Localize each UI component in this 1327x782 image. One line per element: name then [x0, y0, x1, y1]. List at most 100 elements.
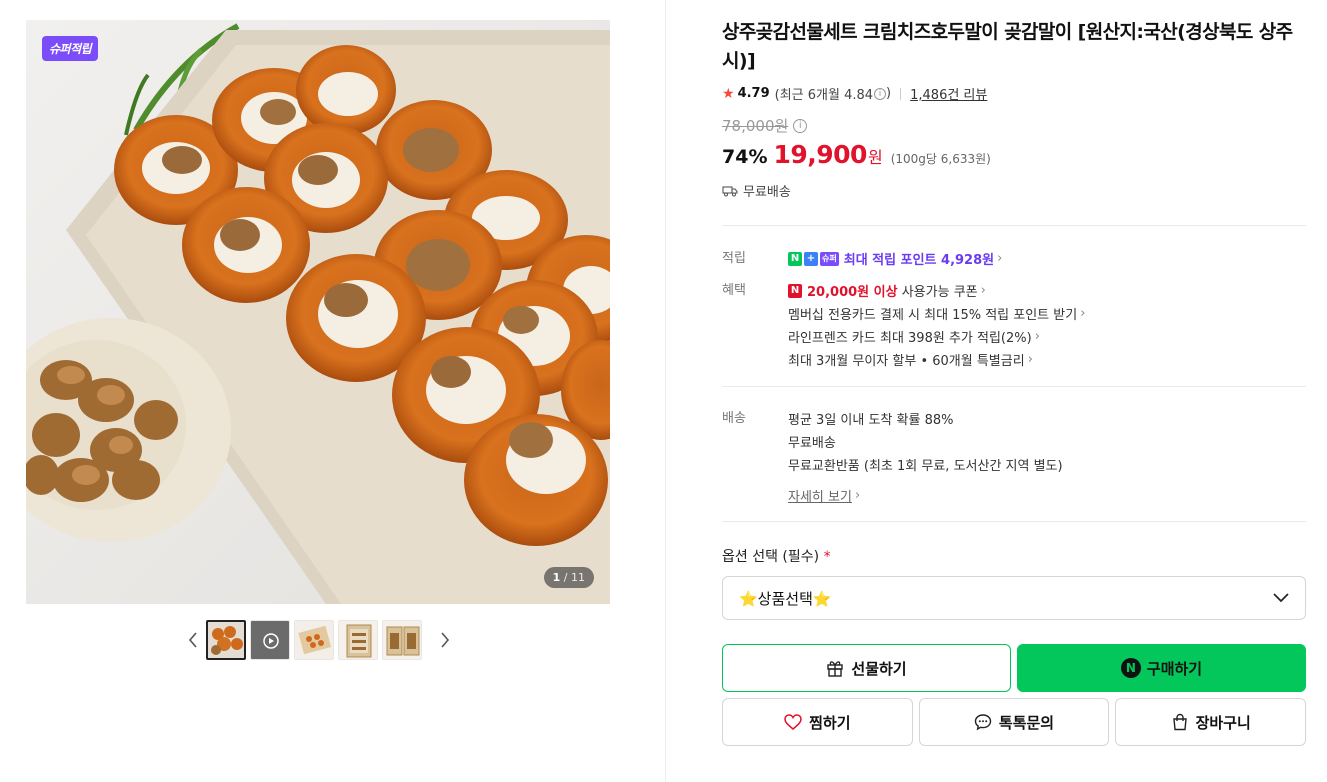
chevron-right-icon: ›	[1080, 306, 1086, 321]
product-info-panel: 상주곶감선물세트 크림치즈호두말이 곶감말이 [원산지:국산(경상북도 상주시)…	[722, 18, 1307, 746]
delivery-item: 무료배송	[788, 436, 836, 451]
price-currency: 원	[867, 148, 883, 167]
thumbnail-image	[339, 621, 377, 659]
benefit-item-membership[interactable]: 멤버십 전용카드 결제 시 최대 15% 적립 포인트 받기 ›	[788, 302, 1085, 325]
delivery-detail-link[interactable]: 자세히 보기 ›	[788, 484, 1063, 507]
thumbnail-1[interactable]	[206, 620, 246, 660]
detail-link-text: 자세히 보기	[788, 490, 852, 505]
plus-icon: +	[804, 251, 818, 266]
delivery-label: 배송	[722, 411, 746, 426]
thumbnail-prev-button[interactable]	[180, 620, 206, 660]
coupon-link[interactable]: N 20,000원 이상 사용가능 쿠폰 ›	[788, 279, 1085, 302]
product-main-image[interactable]: 슈퍼적립 1 / 11	[26, 20, 610, 604]
primary-actions: 선물하기 N 구매하기	[722, 644, 1306, 692]
review-count-link[interactable]: 1,486건 리뷰	[910, 84, 987, 103]
benefit-item-installment[interactable]: 최대 3개월 무이자 할부 • 60개월 특별금리 ›	[788, 348, 1085, 371]
product-title: 상주곶감선물세트 크림치즈호두말이 곶감말이 [원산지:국산(경상북도 상주시)…	[722, 21, 1293, 72]
shipping-summary: 무료배송	[722, 181, 1306, 200]
super-badge: 슈퍼	[820, 251, 839, 266]
option-select[interactable]: ⭐상품선택⭐	[722, 576, 1306, 620]
gift-icon	[827, 661, 844, 677]
thumbnail-5[interactable]	[382, 620, 422, 660]
points-label: 적립	[722, 251, 746, 266]
rating-score: 4.79	[737, 86, 770, 101]
chevron-right-icon: ›	[997, 251, 1003, 266]
delivery-lines: 평균 3일 이내 도착 확률 88% 무료배송 무료교환반품 (최초 1회 무료…	[788, 407, 1063, 507]
talk-inquiry-label: 톡톡문의	[998, 713, 1055, 732]
coupon-text: 사용가능 쿠폰	[901, 285, 978, 300]
sale-price: 19,900	[773, 140, 867, 169]
image-counter: 1 / 11	[543, 567, 594, 588]
benefit-item-card[interactable]: 라인프렌즈 카드 최대 398원 추가 적립(2%) ›	[788, 325, 1085, 348]
thumbnail-next-button[interactable]	[432, 620, 458, 660]
thumbnail-2-video[interactable]	[250, 620, 290, 660]
chevron-right-icon: ›	[980, 283, 986, 298]
option-label: 옵션 선택 (필수) *	[722, 546, 1306, 566]
option-selected-value: ⭐상품선택⭐	[739, 589, 832, 608]
cart-button[interactable]: 장바구니	[1115, 698, 1307, 746]
thumbnail-3[interactable]	[294, 620, 334, 660]
product-photo	[26, 20, 610, 604]
star-icon: ★	[722, 85, 735, 102]
section-divider	[722, 521, 1306, 522]
rating-row: ★ 4.79 (최근 6개월 4.84 i ) 1,486건 리뷰	[722, 84, 1306, 104]
secondary-actions: 찜하기 톡톡문의 장바구니	[722, 698, 1307, 746]
info-icon[interactable]: i	[874, 87, 887, 100]
free-shipping-label: 무료배송	[743, 185, 791, 200]
max-points-text: 최대 적립 포인트 4,928원	[843, 253, 995, 268]
thumbnail-4[interactable]	[338, 620, 378, 660]
super-points-badge: 슈퍼적립	[42, 36, 99, 61]
chevron-left-icon	[188, 632, 197, 648]
points-link[interactable]: N + 슈퍼 최대 적립 포인트 4,928원 ›	[788, 247, 1002, 270]
benefits-label: 혜택	[722, 283, 746, 298]
thumbnail-strip	[180, 620, 458, 660]
delivery-item: 무료교환반품 (최초 1회 무료, 도서산간 지역 별도)	[788, 459, 1063, 474]
thumbnail-image	[208, 622, 244, 658]
chevron-down-icon	[1273, 593, 1289, 603]
coupon-amount: 20,000원 이상	[807, 285, 898, 300]
separator	[900, 87, 902, 100]
benefits-lines: N 20,000원 이상 사용가능 쿠폰 › 멤버십 전용카드 결제 시 최대 …	[788, 279, 1085, 371]
benefit-text: 멤버십 전용카드 결제 시 최대 15% 적립 포인트 받기	[788, 308, 1078, 323]
chat-bubble-icon	[974, 714, 992, 731]
required-mark: *	[823, 549, 831, 565]
thumbnail-image	[383, 621, 421, 659]
unit-price: (100g당 6,633원)	[890, 152, 991, 166]
gift-button[interactable]: 선물하기	[722, 644, 1011, 692]
price-row: 74% 19,900 원 (100g당 6,633원)	[722, 140, 1306, 169]
shopping-bag-icon	[1172, 713, 1187, 731]
option-label-text: 옵션 선택 (필수)	[722, 549, 820, 565]
column-divider	[665, 0, 666, 782]
cart-button-label: 장바구니	[1195, 713, 1251, 732]
talk-inquiry-button[interactable]: 톡톡문의	[918, 698, 1110, 746]
info-icon[interactable]: i	[793, 118, 808, 133]
recent-rating: (최근 6개월 4.84	[774, 88, 874, 103]
points-lines: N + 슈퍼 최대 적립 포인트 4,928원 ›	[788, 247, 1002, 270]
chevron-right-icon	[441, 632, 450, 648]
heart-icon	[784, 714, 802, 730]
chevron-right-icon: ›	[1027, 352, 1033, 367]
section-divider	[722, 225, 1306, 226]
naver-pay-icon: N	[1120, 658, 1141, 678]
gift-button-label: 선물하기	[851, 659, 907, 678]
wishlist-button[interactable]: 찜하기	[722, 698, 913, 746]
truck-icon	[722, 185, 738, 196]
recent-rating-close: )	[886, 86, 892, 101]
delivery-item: 평균 3일 이내 도착 확률 88%	[788, 413, 954, 428]
benefit-text: 라인프렌즈 카드 최대 398원 추가 적립(2%)	[788, 331, 1032, 346]
points-section: 적립 N + 슈퍼 최대 적립 포인트 4,928원 ›	[722, 247, 1306, 270]
chevron-right-icon: ›	[854, 488, 861, 503]
image-counter-total: 11	[571, 571, 585, 584]
section-divider	[722, 386, 1306, 387]
naver-n-icon: N	[788, 283, 802, 298]
original-price: 78,000원	[722, 117, 789, 135]
benefits-section: 혜택 N 20,000원 이상 사용가능 쿠폰 › 멤버십 전용카드 결제 시 …	[722, 279, 1306, 371]
original-price-row: 78,000원 i	[722, 115, 1306, 136]
benefit-text: 최대 3개월 무이자 할부 • 60개월 특별금리	[788, 354, 1025, 369]
buy-button-label: 구매하기	[1146, 659, 1203, 678]
thumbnail-image	[295, 621, 333, 659]
buy-button[interactable]: N 구매하기	[1017, 644, 1306, 692]
thumbnail-image	[251, 621, 289, 659]
naver-n-icon: N	[788, 251, 802, 266]
wishlist-button-label: 찜하기	[809, 713, 851, 732]
